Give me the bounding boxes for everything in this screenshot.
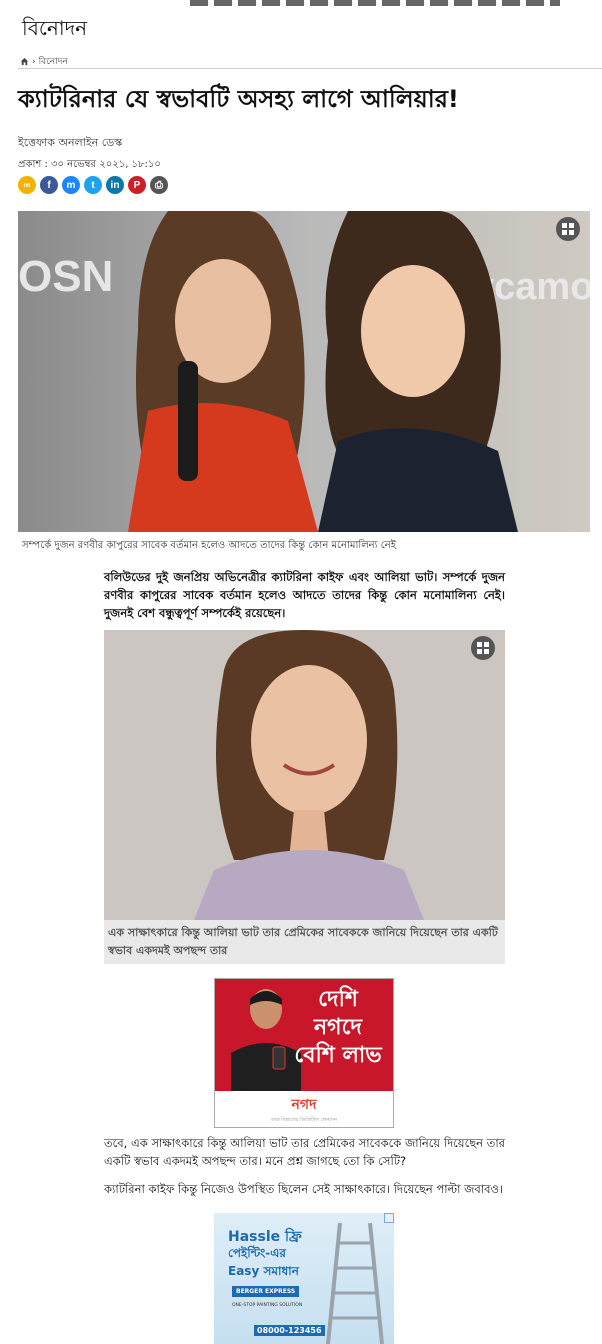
header-divider (18, 68, 602, 69)
photo2-caption: এক সাক্ষাৎকারে কিন্তু আলিয়া ভাট তার প্র… (104, 920, 505, 964)
share-bar: ∞ f m t in P ⎙ (18, 176, 168, 194)
article-headline: ক্যাটরিনার যে স্বভাবটি অসহ্য লাগে আলিয়া… (18, 85, 459, 113)
gallery-icon[interactable] (471, 636, 495, 660)
print-icon[interactable]: ⎙ (150, 176, 168, 194)
ad-headline: দেশি নগদে বেশি লাভ (294, 986, 382, 1068)
ad-subline: ডাক বিভাগের ডিজিটাল লেনদেন (270, 1117, 338, 1123)
hero-caption: সম্পর্কে দুজন রণবীর কাপুরের সাবেক বর্তমা… (22, 540, 396, 551)
link-share-icon[interactable]: ∞ (18, 176, 36, 194)
facebook-share-icon[interactable]: f (40, 176, 58, 194)
article-author[interactable]: ইত্তেফাক অনলাইন ডেস্ক (18, 134, 122, 153)
nagad-logo: নগদ (291, 1097, 317, 1113)
article-photo[interactable] (104, 630, 505, 920)
breadcrumb-current[interactable]: বিনোদন (39, 54, 68, 69)
article-photo-illustration (104, 630, 505, 920)
linkedin-share-icon[interactable]: in (106, 176, 124, 194)
ad-line-2: পেইন্টিং-এর (228, 1246, 287, 1260)
article-lead: বলিউডের দুই জনপ্রিয় অভিনেত্রীর ক্যাটরিন… (104, 570, 505, 620)
hero-logo-left: OSN (18, 252, 113, 301)
gallery-icon[interactable] (556, 217, 580, 241)
ladder-illustration (326, 1222, 384, 1344)
pinterest-share-icon[interactable]: P (128, 176, 146, 194)
messenger-share-icon[interactable]: m (62, 176, 80, 194)
ad-tagline: ONE-STOP PAINTING SOLUTION (232, 1303, 303, 1308)
ad-brand-bar: নগদ ডাক বিভাগের ডিজিটাল লেনদেন (215, 1091, 393, 1127)
berger-logo: BERGER EXPRESS (232, 1286, 300, 1297)
breadcrumb: › বিনোদন (20, 54, 68, 69)
ad-line-3: Easy সমাধান (228, 1264, 299, 1278)
hero-photo-illustration: OSN ycamo (18, 211, 590, 532)
hero-image[interactable]: OSN ycamo (18, 211, 590, 532)
ad-phone: 08000-123456 (254, 1325, 325, 1336)
home-icon[interactable] (20, 57, 29, 66)
site-header-cutoff (190, 0, 560, 6)
publish-date: প্রকাশ : ৩০ নভেম্বর ২০২১, ১৮:১০ (18, 159, 161, 170)
twitter-share-icon[interactable]: t (84, 176, 102, 194)
article-paragraph: তবে, এক সাক্ষাৎকারে কিন্তু আলিয়া ভাট তা… (104, 1136, 505, 1168)
nagad-advertisement[interactable]: দেশি নগদে বেশি লাভ নগদ ডাক বিভাগের ডিজিট… (214, 978, 394, 1128)
breadcrumb-separator-icon: › (32, 56, 36, 67)
berger-advertisement[interactable]: Hassle ফ্রি পেইন্টিং-এর Easy সমাধান BERG… (214, 1213, 394, 1344)
article-paragraph: ক্যাটরিনা কাইফ কিন্তু নিজেও উপস্থিত ছিলে… (104, 1182, 504, 1196)
section-title[interactable]: বিনোদন (22, 14, 87, 47)
